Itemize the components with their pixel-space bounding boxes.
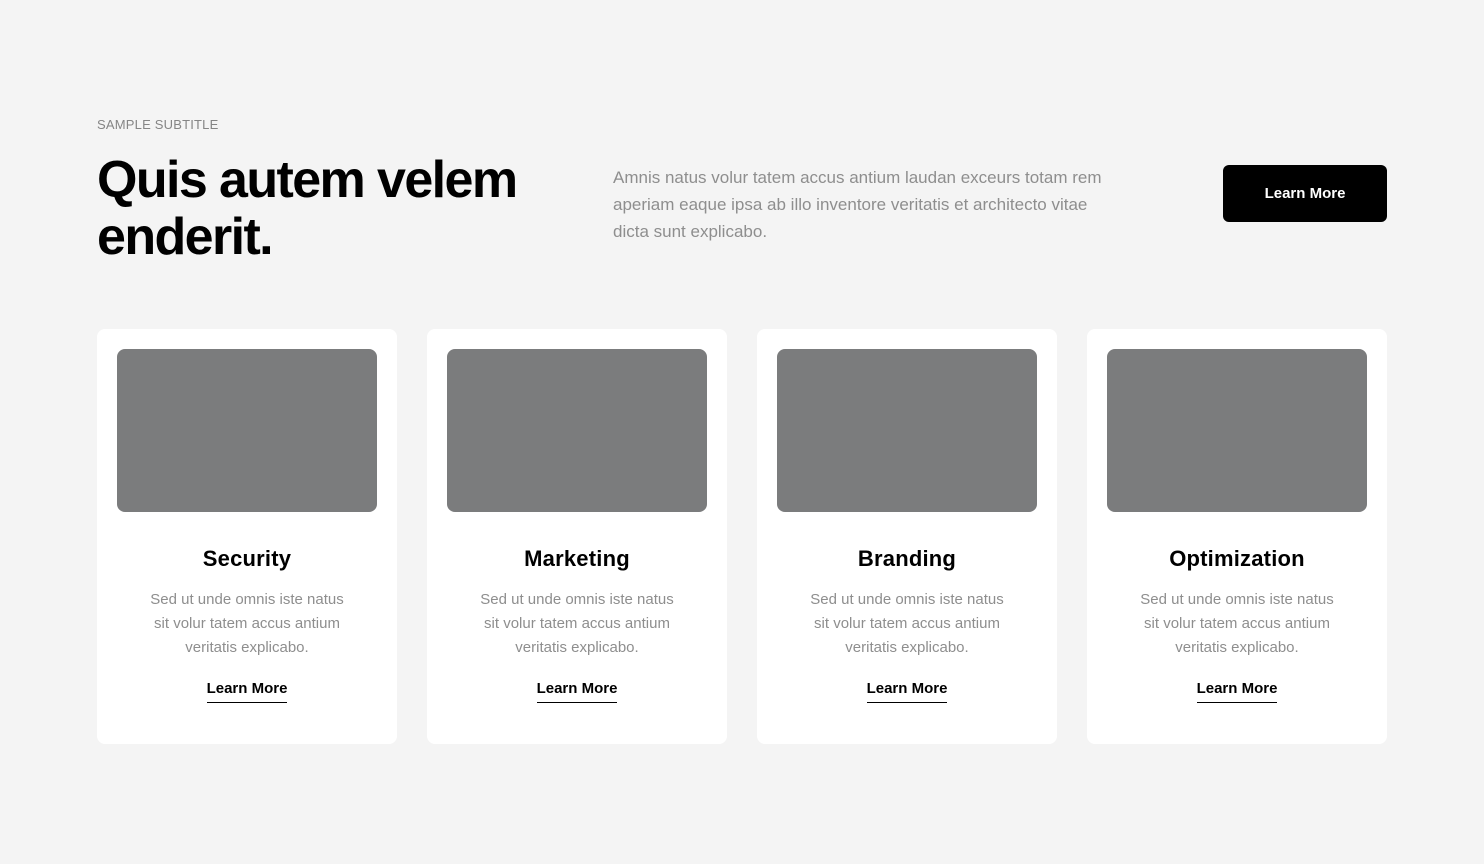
feature-card-optimization: Optimization Sed ut unde omnis iste natu… — [1087, 329, 1387, 744]
card-learn-more-link[interactable]: Learn More — [206, 680, 288, 703]
card-title: Marketing — [524, 546, 630, 571]
section-headline: Quis autem velem enderit. — [97, 151, 518, 266]
card-learn-more-link[interactable]: Learn More — [536, 680, 618, 703]
card-learn-more-link[interactable]: Learn More — [1196, 680, 1278, 703]
card-description: Sed ut unde omnis iste natus sit volur t… — [1140, 591, 1334, 656]
feature-cards: Security Sed ut unde omnis iste natus si… — [97, 329, 1387, 744]
card-image-placeholder — [447, 349, 707, 512]
feature-card-branding: Branding Sed ut unde omnis iste natus si… — [757, 329, 1057, 744]
section-subtitle: SAMPLE SUBTITLE — [97, 117, 219, 132]
feature-card-security: Security Sed ut unde omnis iste natus si… — [97, 329, 397, 744]
learn-more-button[interactable]: Learn More — [1223, 165, 1387, 222]
card-learn-more-link[interactable]: Learn More — [866, 680, 948, 703]
card-title: Security — [202, 546, 292, 571]
card-image-placeholder — [1107, 349, 1367, 512]
card-title: Branding — [857, 546, 957, 571]
section-intro-text: Amnis natus volur tatem accus antium lau… — [613, 168, 1102, 241]
card-description: Sed ut unde omnis iste natus sit volur t… — [150, 591, 344, 656]
card-description: Sed ut unde omnis iste natus sit volur t… — [480, 591, 674, 656]
card-image-placeholder — [117, 349, 377, 512]
card-title: Optimization — [1169, 546, 1305, 571]
card-image-placeholder — [777, 349, 1037, 512]
card-description: Sed ut unde omnis iste natus sit volur t… — [810, 591, 1004, 656]
feature-card-marketing: Marketing Sed ut unde omnis iste natus s… — [427, 329, 727, 744]
